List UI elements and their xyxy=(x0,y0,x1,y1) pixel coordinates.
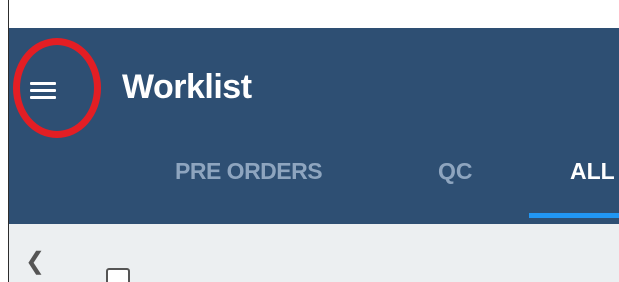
worklist-screen: Worklist PRE ORDERS QC ALL ❮ xyxy=(0,0,619,282)
menu-line-bottom xyxy=(30,96,56,99)
tab-all[interactable]: ALL xyxy=(570,160,615,183)
chevron-left-icon[interactable]: ❮ xyxy=(25,250,45,276)
select-all-checkbox[interactable] xyxy=(106,268,130,282)
page-title: Worklist xyxy=(122,68,252,106)
worklist-tabs: PRE ORDERS QC ALL xyxy=(0,146,619,224)
menu-line-middle xyxy=(30,89,56,92)
tab-pre-orders[interactable]: PRE ORDERS xyxy=(175,160,323,183)
hamburger-menu-icon[interactable] xyxy=(30,82,56,100)
active-tab-indicator xyxy=(529,213,619,218)
menu-line-top xyxy=(30,82,56,85)
worklist-toolbar xyxy=(9,224,619,282)
window-left-edge xyxy=(0,0,9,282)
tab-qc[interactable]: QC xyxy=(438,160,473,183)
